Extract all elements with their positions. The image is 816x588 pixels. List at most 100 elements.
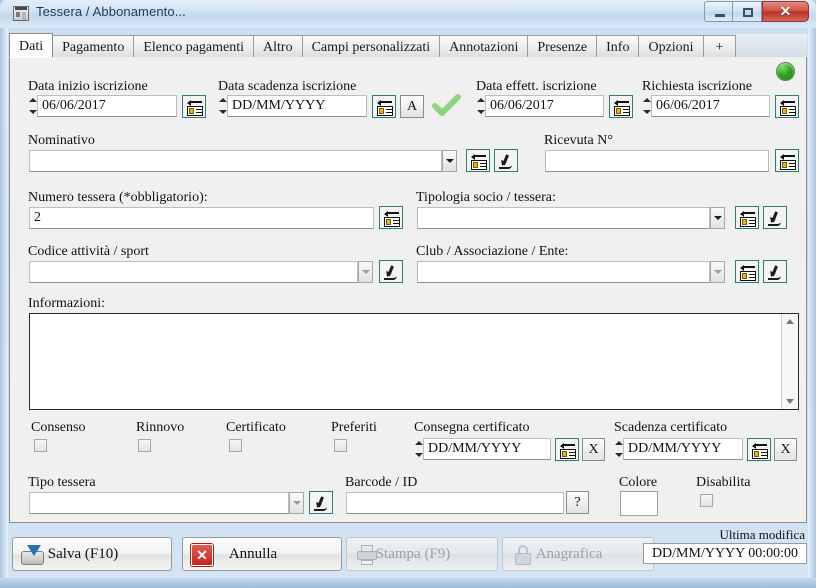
tab-campi-personalizzati[interactable]: Campi personalizzati	[301, 35, 441, 58]
scroll-down-icon[interactable]	[786, 399, 794, 404]
tab-annotazioni[interactable]: Annotazioni	[439, 35, 529, 58]
tab-info[interactable]: Info	[596, 35, 640, 58]
tab-elenco-pagamenti[interactable]: Elenco pagamenti	[133, 35, 255, 58]
label-club: Club / Associazione / Ente:	[416, 244, 569, 259]
spinner-richiesta[interactable]	[642, 95, 651, 117]
input-data-effett[interactable]: 06/06/2017	[485, 95, 604, 117]
window-border-right	[808, 0, 816, 588]
label-barcode: Barcode / ID	[345, 475, 418, 490]
input-codice-attivita[interactable]	[29, 261, 358, 283]
codice-attivita-dropdown-arrow[interactable]	[358, 261, 373, 283]
card-lookup-button-tipologia-socio[interactable]	[735, 206, 759, 229]
input-informazioni[interactable]	[29, 313, 799, 410]
input-scadenza-certificato[interactable]: DD/MM/YYYY	[623, 438, 743, 460]
save-button[interactable]: Salva (F10)	[12, 537, 172, 571]
card-lookup-button-club[interactable]	[735, 260, 759, 283]
card-lookup-button-data-effett[interactable]	[609, 95, 633, 118]
tab-dati[interactable]: Dati	[9, 33, 54, 58]
help-button-barcode[interactable]: ?	[566, 491, 589, 514]
input-data-scadenza[interactable]: DD/MM/YYYY	[227, 95, 367, 117]
spinner-data-effett[interactable]	[476, 95, 485, 117]
tab-presenze[interactable]: Presenze	[527, 35, 598, 58]
input-data-inizio[interactable]: 06/06/2017	[37, 95, 177, 117]
card-icon	[751, 443, 769, 459]
tipo-tessera-dropdown-arrow[interactable]	[289, 492, 304, 514]
label-tipologia-socio: Tipologia socio / tessera:	[416, 190, 556, 205]
label-disabilita: Disabilita	[696, 475, 751, 490]
label-colore: Colore	[619, 475, 658, 490]
label-data-scadenza: Data scadenza iscrizione	[218, 79, 357, 94]
input-consegna-certificato[interactable]: DD/MM/YYYY	[423, 438, 551, 460]
club-dropdown-arrow[interactable]	[710, 261, 725, 283]
tipologia-socio-dropdown-arrow[interactable]	[710, 207, 725, 229]
spinner-data-inizio[interactable]	[28, 95, 37, 117]
spinner-data-scadenza[interactable]	[218, 95, 227, 117]
input-club[interactable]	[417, 261, 710, 283]
red-x-icon: ✕	[191, 543, 215, 567]
spinner-scadenza-certificato[interactable]	[614, 438, 623, 460]
label-consegna-certificato: Consegna certificato	[414, 420, 530, 435]
window-title: Tessera / Abbonamento...	[36, 4, 186, 19]
cancel-button[interactable]: ✕ Annulla	[182, 537, 342, 571]
checkbox-certificato[interactable]	[229, 439, 242, 452]
close-button[interactable]: ✕	[762, 1, 809, 22]
clear-button-consegna-certificato[interactable]: X	[582, 438, 605, 461]
edit-pencil-button-codice-attivita[interactable]	[379, 260, 403, 283]
label-codice-attivita: Codice attività / sport	[28, 244, 149, 259]
card-icon	[779, 100, 797, 116]
card-lookup-button-data-scadenza[interactable]	[372, 95, 396, 118]
anagrafica-button[interactable]: Anagrafica	[502, 537, 654, 571]
checkbox-consenso[interactable]	[34, 439, 47, 452]
card-lookup-button-numero-tessera[interactable]	[379, 206, 403, 229]
nominativo-dropdown-arrow[interactable]	[442, 150, 457, 172]
label-consenso: Consenso	[31, 420, 86, 435]
input-numero-tessera[interactable]: 2	[29, 207, 374, 229]
input-ricevuta[interactable]	[545, 150, 769, 172]
checkbox-preferiti[interactable]	[334, 439, 347, 452]
label-nominativo: Nominativo	[28, 133, 95, 148]
application-window: Tessera / Abbonamento... ✕ Dati Pagament…	[0, 0, 816, 588]
tab-altro[interactable]: Altro	[253, 35, 303, 58]
spinner-consegna-certificato[interactable]	[414, 438, 423, 460]
input-barcode[interactable]	[346, 492, 564, 514]
edit-pencil-button-tipo-tessera[interactable]	[309, 491, 333, 514]
label-tipo-tessera: Tipo tessera	[28, 475, 96, 490]
window-border-bottom	[0, 578, 816, 588]
print-button[interactable]: Stampa (F9)	[346, 537, 498, 571]
edit-pencil-button-nominativo[interactable]	[494, 149, 518, 172]
card-icon	[779, 154, 797, 170]
clear-button-scadenza-certificato[interactable]: X	[774, 438, 797, 461]
footer-toolbar: Salva (F10) ✕ Annulla Stampa (F9) Anagra…	[9, 527, 807, 577]
minimize-icon	[715, 14, 725, 17]
card-icon	[739, 265, 757, 281]
checkbox-rinnovo[interactable]	[138, 439, 151, 452]
card-lookup-button-richiesta[interactable]	[775, 95, 799, 118]
card-lookup-button-ricevuta[interactable]	[775, 149, 799, 172]
tab-opzioni[interactable]: Opzioni	[638, 35, 704, 58]
input-tipologia-socio[interactable]	[417, 207, 710, 229]
card-lookup-button-nominativo[interactable]	[466, 149, 490, 172]
tab-strip: Dati Pagamento Elenco pagamenti Altro Ca…	[9, 33, 807, 58]
card-lookup-button-scadenza-certificato[interactable]	[747, 438, 771, 461]
maximize-button[interactable]	[733, 1, 762, 22]
annual-button[interactable]: A	[400, 95, 424, 118]
pencil-icon	[768, 211, 782, 226]
input-richiesta[interactable]: 06/06/2017	[651, 95, 770, 117]
tab-pagamento[interactable]: Pagamento	[52, 35, 135, 58]
checkbox-disabilita[interactable]	[700, 494, 713, 507]
tab-add[interactable]: +	[702, 35, 737, 58]
color-swatch[interactable]	[620, 491, 658, 516]
informazioni-scrollbar[interactable]	[781, 314, 798, 409]
card-icon	[470, 154, 488, 170]
label-data-inizio: Data inizio iscrizione	[28, 79, 148, 94]
edit-pencil-button-tipologia-socio[interactable]	[763, 206, 787, 229]
edit-pencil-button-club[interactable]	[763, 260, 787, 283]
card-lookup-button-consegna-certificato[interactable]	[555, 438, 579, 461]
minimize-button[interactable]	[704, 1, 733, 22]
input-tipo-tessera[interactable]	[29, 492, 289, 514]
title-bar[interactable]: Tessera / Abbonamento... ✕	[0, 0, 816, 28]
input-nominativo[interactable]	[29, 150, 442, 172]
save-disk-icon	[21, 543, 45, 567]
card-lookup-button-data-inizio[interactable]	[182, 95, 206, 118]
scroll-up-icon[interactable]	[786, 319, 794, 324]
